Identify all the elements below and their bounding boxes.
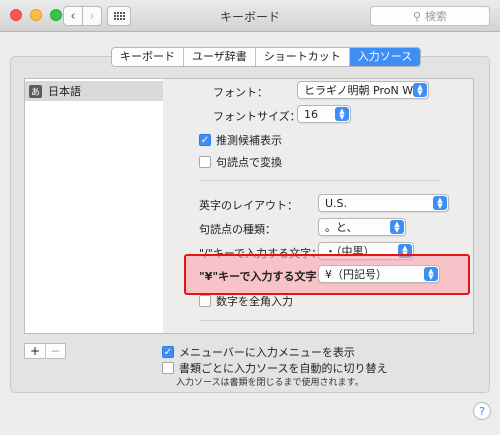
- font-size-value: 16: [304, 107, 318, 121]
- title-bar: ‹ › キーボード ⚲ 検索: [0, 0, 500, 32]
- checkbox-icon: [199, 156, 211, 168]
- font-size-label: フォントサイズ：: [213, 110, 301, 123]
- predictive-checkbox[interactable]: ✓ 推測候補表示: [199, 132, 282, 148]
- tab-keyboard[interactable]: キーボード: [112, 48, 184, 66]
- add-remove-control: + −: [24, 343, 66, 359]
- search-field[interactable]: ⚲ 検索: [370, 6, 490, 26]
- popup-arrows-icon: ▲▼: [335, 107, 349, 121]
- punct-type-label: 句読点の種類：: [199, 223, 276, 236]
- auto-switch-checkbox[interactable]: 書類ごとに入力ソースを自動的に切り替え: [162, 360, 387, 376]
- font-value: ヒラギノ明朝 ProN W6: [304, 84, 421, 97]
- font-popup[interactable]: ヒラギノ明朝 ProN W6 ▲ ▼: [297, 81, 429, 99]
- list-item-japanese[interactable]: あ 日本語: [25, 81, 163, 101]
- yen-key-popup[interactable]: ¥（円記号） ▲ ▼: [318, 265, 440, 283]
- tab-shortcuts[interactable]: ショートカット: [256, 48, 350, 66]
- yen-key-value: ¥（円記号）: [325, 268, 387, 281]
- show-menu-checkbox[interactable]: ✓ メニューバーに入力メニューを表示: [162, 344, 355, 360]
- checkmark-icon: ✓: [162, 346, 174, 358]
- fullwidth-digits-label: 数字を全角入力: [216, 295, 293, 308]
- popup-arrows-icon: ▲▼: [390, 220, 404, 234]
- punct-type-popup[interactable]: 。と、 ▲ ▼: [318, 218, 406, 236]
- font-size-popup[interactable]: 16 ▲ ▼: [297, 105, 351, 123]
- popup-arrows-icon: ▲▼: [433, 196, 447, 210]
- font-label: フォント：: [213, 86, 268, 99]
- tab-bar: キーボード ユーザ辞書 ショートカット 入力ソース: [111, 47, 422, 67]
- tab-user-dictionary[interactable]: ユーザ辞書: [184, 48, 256, 66]
- layout-label: 英字のレイアウト：: [199, 199, 298, 212]
- checkbox-icon: [162, 362, 174, 374]
- auto-switch-note: 入力ソースは書類を閉じるまで使用されます。: [176, 378, 364, 388]
- popup-arrows-icon: ▲▼: [413, 83, 427, 97]
- auto-switch-label: 書類ごとに入力ソースを自動的に切り替え: [179, 362, 388, 375]
- search-icon: ⚲: [412, 9, 422, 23]
- predictive-label: 推測候補表示: [216, 134, 282, 147]
- input-source-list[interactable]: あ 日本語: [24, 78, 164, 334]
- add-source-button[interactable]: +: [25, 344, 45, 358]
- divider: [200, 320, 440, 321]
- popup-arrows-icon: ▲▼: [424, 267, 438, 281]
- layout-value: U.S.: [325, 196, 348, 210]
- divider: [200, 180, 440, 181]
- remove-source-button[interactable]: −: [45, 344, 65, 358]
- checkbox-icon: [199, 295, 211, 307]
- hiragana-icon: あ: [29, 84, 42, 98]
- tab-input-sources[interactable]: 入力ソース: [349, 48, 421, 66]
- yen-key-label: "¥"キーで入力する文字：: [199, 270, 328, 283]
- layout-popup[interactable]: U.S. ▲ ▼: [318, 194, 449, 212]
- show-menu-label: メニューバーに入力メニューを表示: [179, 346, 355, 359]
- list-item-label: 日本語: [48, 85, 81, 98]
- punct-convert-label: 句読点で変換: [216, 156, 282, 169]
- punct-type-value: 。と、: [325, 221, 358, 234]
- search-placeholder: 検索: [425, 10, 448, 23]
- fullwidth-digits-checkbox[interactable]: 数字を全角入力: [199, 293, 293, 309]
- help-button[interactable]: ?: [473, 402, 491, 420]
- punct-convert-checkbox[interactable]: 句読点で変換: [199, 154, 282, 170]
- checkmark-icon: ✓: [199, 134, 211, 146]
